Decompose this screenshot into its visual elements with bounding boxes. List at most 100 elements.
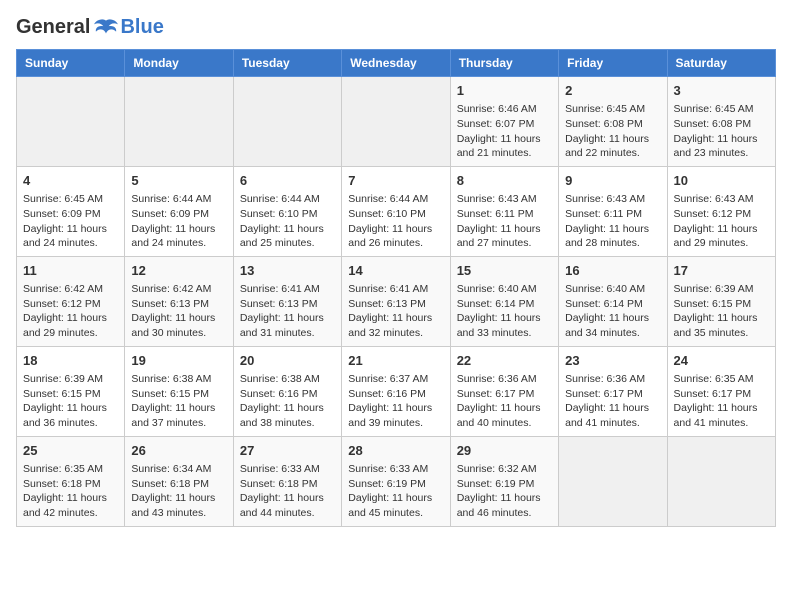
day-info: Sunrise: 6:41 AM <box>240 282 335 297</box>
day-info: Daylight: 11 hours and 31 minutes. <box>240 311 335 340</box>
calendar-cell: 15Sunrise: 6:40 AMSunset: 6:14 PMDayligh… <box>450 256 558 346</box>
logo-blue: Blue <box>120 16 163 39</box>
day-info: Sunrise: 6:40 AM <box>565 282 660 297</box>
day-info: Sunset: 6:15 PM <box>131 387 226 402</box>
day-info: Sunrise: 6:35 AM <box>674 372 769 387</box>
calendar-week-row: 1Sunrise: 6:46 AMSunset: 6:07 PMDaylight… <box>17 77 776 167</box>
calendar-cell: 23 Sunrise: 6:36 AMSunset: 6:17 PMDayligh… <box>559 346 667 436</box>
day-info: Sunset: 6:14 PM <box>457 297 552 312</box>
calendar-week-row: 25Sunrise: 6:35 AMSunset: 6:18 PMDayligh… <box>17 436 776 526</box>
calendar-cell: 17Sunrise: 6:39 AMSunset: 6:15 PMDayligh… <box>667 256 775 346</box>
column-header-saturday: Saturday <box>667 50 775 77</box>
day-info: Sunset: 6:12 PM <box>674 207 769 222</box>
day-info: Sunset: 6:19 PM <box>457 477 552 492</box>
column-header-monday: Monday <box>125 50 233 77</box>
column-header-tuesday: Tuesday <box>233 50 341 77</box>
calendar-cell: 26Sunrise: 6:34 AMSunset: 6:18 PMDayligh… <box>125 436 233 526</box>
day-info: Sunset: 6:16 PM <box>240 387 335 402</box>
calendar-cell: 3Sunrise: 6:45 AMSunset: 6:08 PMDaylight… <box>667 77 775 167</box>
calendar-cell: 14Sunrise: 6:41 AMSunset: 6:13 PMDayligh… <box>342 256 450 346</box>
day-info: Sunset: 6:18 PM <box>240 477 335 492</box>
calendar-cell: 27Sunrise: 6:33 AMSunset: 6:18 PMDayligh… <box>233 436 341 526</box>
calendar-cell: 11Sunrise: 6:42 AMSunset: 6:12 PMDayligh… <box>17 256 125 346</box>
day-number: 9 <box>565 172 660 190</box>
day-info: Sunrise: 6:46 AM <box>457 102 552 117</box>
day-info: Sunset: 6:09 PM <box>23 207 118 222</box>
calendar-table: SundayMondayTuesdayWednesdayThursdayFrid… <box>16 49 776 527</box>
column-header-thursday: Thursday <box>450 50 558 77</box>
day-info: Sunrise: 6:41 AM <box>348 282 443 297</box>
day-number: 21 <box>348 352 443 370</box>
calendar-cell: 20Sunrise: 6:38 AMSunset: 6:16 PMDayligh… <box>233 346 341 436</box>
day-info: Sunset: 6:19 PM <box>348 477 443 492</box>
day-info: Sunset: 6:11 PM <box>457 207 552 222</box>
day-number: 8 <box>457 172 552 190</box>
day-info: Sunrise: 6:36 AM <box>565 372 660 387</box>
day-info: Daylight: 11 hours and 45 minutes. <box>348 491 443 520</box>
day-info: Sunrise: 6:44 AM <box>348 192 443 207</box>
day-info: Daylight: 11 hours and 25 minutes. <box>240 222 335 251</box>
day-number: 25 <box>23 442 118 460</box>
calendar-cell: 4Sunrise: 6:45 AMSunset: 6:09 PMDaylight… <box>17 166 125 256</box>
calendar-week-row: 11Sunrise: 6:42 AMSunset: 6:12 PMDayligh… <box>17 256 776 346</box>
day-info: Sunrise: 6:44 AM <box>131 192 226 207</box>
day-number: 13 <box>240 262 335 280</box>
day-info: Daylight: 11 hours and 35 minutes. <box>674 311 769 340</box>
day-info: Sunrise: 6:37 AM <box>348 372 443 387</box>
logo: General Blue <box>16 16 164 39</box>
day-info: Sunrise: 6:43 AM <box>457 192 552 207</box>
logo-bird-icon <box>92 17 120 39</box>
day-info: Sunrise: 6:33 AM <box>240 462 335 477</box>
calendar-cell: 13Sunrise: 6:41 AMSunset: 6:13 PMDayligh… <box>233 256 341 346</box>
calendar-cell: 6 Sunrise: 6:44 AMSunset: 6:10 PMDaylight… <box>233 166 341 256</box>
day-info: Sunrise: 6:34 AM <box>131 462 226 477</box>
calendar-cell <box>667 436 775 526</box>
day-number: 4 <box>23 172 118 190</box>
day-info: Sunrise: 6:42 AM <box>131 282 226 297</box>
day-info: Sunset: 6:16 PM <box>348 387 443 402</box>
calendar-cell <box>559 436 667 526</box>
header: General Blue <box>16 16 776 39</box>
calendar-cell: 12Sunrise: 6:42 AMSunset: 6:13 PMDayligh… <box>125 256 233 346</box>
day-info: Sunrise: 6:38 AM <box>131 372 226 387</box>
day-number: 1 <box>457 82 552 100</box>
day-info: Sunset: 6:15 PM <box>23 387 118 402</box>
calendar-cell: 2Sunrise: 6:45 AMSunset: 6:08 PMDaylight… <box>559 77 667 167</box>
day-info: Sunset: 6:10 PM <box>348 207 443 222</box>
day-number: 26 <box>131 442 226 460</box>
day-number: 11 <box>23 262 118 280</box>
day-info: Sunset: 6:10 PM <box>240 207 335 222</box>
day-info: Daylight: 11 hours and 37 minutes. <box>131 401 226 430</box>
day-info: Sunrise: 6:44 AM <box>240 192 335 207</box>
day-info: Sunset: 6:14 PM <box>565 297 660 312</box>
day-info: Sunset: 6:17 PM <box>674 387 769 402</box>
day-number: 23 <box>565 352 660 370</box>
day-info: Sunset: 6:12 PM <box>23 297 118 312</box>
day-info: Daylight: 11 hours and 38 minutes. <box>240 401 335 430</box>
day-info: Sunset: 6:18 PM <box>23 477 118 492</box>
day-number: 10 <box>674 172 769 190</box>
day-number: 2 <box>565 82 660 100</box>
day-info: Daylight: 11 hours and 43 minutes. <box>131 491 226 520</box>
day-info: Sunrise: 6:42 AM <box>23 282 118 297</box>
day-info: Sunrise: 6:39 AM <box>674 282 769 297</box>
calendar-cell: 28Sunrise: 6:33 AMSunset: 6:19 PMDayligh… <box>342 436 450 526</box>
day-info: Daylight: 11 hours and 30 minutes. <box>131 311 226 340</box>
day-info: Sunrise: 6:45 AM <box>674 102 769 117</box>
day-info: Daylight: 11 hours and 46 minutes. <box>457 491 552 520</box>
day-info: Daylight: 11 hours and 26 minutes. <box>348 222 443 251</box>
calendar-cell: 9Sunrise: 6:43 AMSunset: 6:11 PMDaylight… <box>559 166 667 256</box>
day-number: 6 <box>240 172 335 190</box>
day-info: Sunrise: 6:38 AM <box>240 372 335 387</box>
day-info: Sunset: 6:07 PM <box>457 117 552 132</box>
day-info: Daylight: 11 hours and 40 minutes. <box>457 401 552 430</box>
calendar-cell: 24Sunrise: 6:35 AMSunset: 6:17 PMDayligh… <box>667 346 775 436</box>
day-info: Daylight: 11 hours and 41 minutes. <box>565 401 660 430</box>
day-info: Sunset: 6:15 PM <box>674 297 769 312</box>
day-info: Sunset: 6:13 PM <box>348 297 443 312</box>
day-info: Sunset: 6:11 PM <box>565 207 660 222</box>
calendar-cell: 7Sunrise: 6:44 AMSunset: 6:10 PMDaylight… <box>342 166 450 256</box>
day-info: Sunset: 6:17 PM <box>565 387 660 402</box>
calendar-cell: 21Sunrise: 6:37 AMSunset: 6:16 PMDayligh… <box>342 346 450 436</box>
day-number: 28 <box>348 442 443 460</box>
